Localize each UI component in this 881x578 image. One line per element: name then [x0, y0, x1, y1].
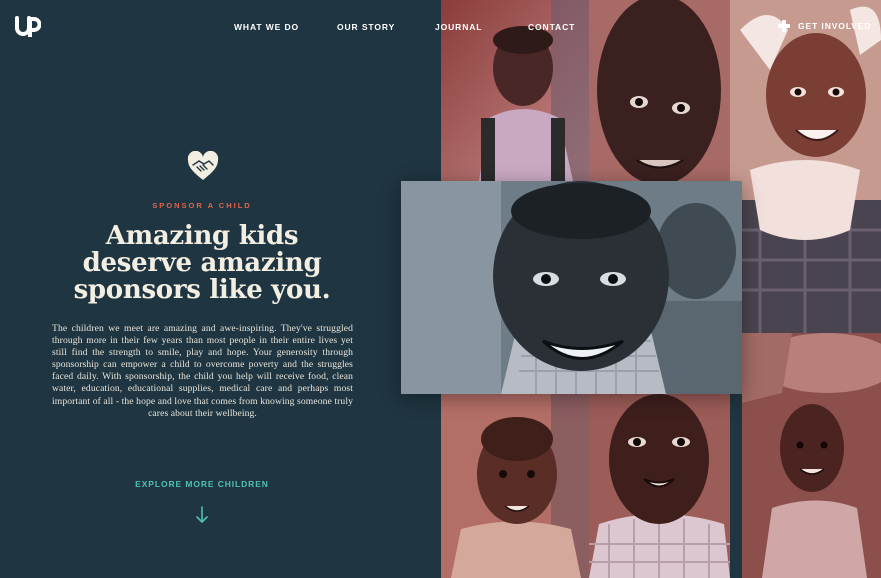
headline-line: sponsors like you.: [73, 275, 331, 305]
hero-headline: Amazing kids deserve amazing sponsors li…: [0, 223, 404, 304]
nav-what-we-do[interactable]: WHAT WE DO: [234, 22, 299, 32]
headline-line: Amazing kids: [105, 221, 299, 251]
child-photo: [742, 333, 881, 578]
section-kicker: SPONSOR A CHILD: [152, 201, 252, 210]
explore-more-children-link[interactable]: EXPLORE MORE CHILDREN: [0, 479, 404, 489]
child-photo: [730, 0, 881, 333]
hero-body-text: The children we meet are amazing and awe…: [52, 323, 353, 419]
plus-icon: [778, 20, 790, 32]
get-involved-button[interactable]: GET INVOLVED: [778, 20, 871, 32]
nav-our-story[interactable]: OUR STORY: [337, 22, 395, 32]
arrow-down-icon[interactable]: [195, 506, 209, 524]
heart-handshake-icon: [187, 150, 219, 181]
main-nav: WHAT WE DO OUR STORY JOURNAL CONTACT: [0, 22, 881, 36]
child-photo: [589, 394, 730, 578]
headline-line: deserve amazing: [82, 248, 322, 278]
featured-child-photo: [401, 181, 742, 394]
child-photo: [441, 394, 589, 578]
get-involved-label: GET INVOLVED: [798, 21, 872, 31]
nav-journal[interactable]: JOURNAL: [435, 22, 482, 32]
nav-contact[interactable]: CONTACT: [528, 22, 575, 32]
